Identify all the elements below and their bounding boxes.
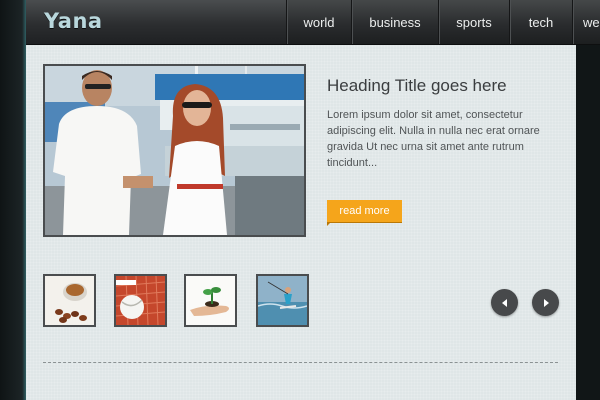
article-excerpt: Lorem ipsum dolor sit amet, consectetur … bbox=[327, 109, 540, 169]
coffee-beans-icon bbox=[45, 276, 94, 325]
thumbnail-kitesurfing[interactable] bbox=[256, 274, 309, 327]
nav-item-partial[interactable]: we bbox=[572, 0, 600, 44]
tennis-ball-icon bbox=[116, 276, 165, 325]
kitesurfing-icon bbox=[258, 276, 307, 325]
nav-item-sports[interactable]: sports bbox=[438, 0, 509, 44]
article-heading[interactable]: Heading Title goes here bbox=[327, 76, 507, 96]
thumbnail-tennis-ball[interactable] bbox=[114, 274, 167, 327]
nav-item-business[interactable]: business bbox=[351, 0, 438, 44]
slider-prev-button[interactable] bbox=[491, 289, 518, 316]
thumbnail-coffee-beans[interactable] bbox=[43, 274, 96, 327]
featured-image[interactable] bbox=[43, 64, 306, 237]
right-border-strip bbox=[576, 0, 600, 400]
site-header: Yana world business sports tech we bbox=[26, 0, 600, 45]
read-more-button[interactable]: read more bbox=[327, 200, 402, 226]
left-border-strip bbox=[0, 0, 26, 400]
nav-item-tech[interactable]: tech bbox=[509, 0, 572, 44]
main-nav: world business sports tech we bbox=[286, 0, 600, 44]
nav-item-world[interactable]: world bbox=[286, 0, 351, 44]
chevron-right-icon bbox=[543, 298, 549, 307]
couple-photo-icon bbox=[45, 66, 304, 235]
slider-next-button[interactable] bbox=[532, 289, 559, 316]
thumbnail-plant-in-hand[interactable] bbox=[184, 274, 237, 327]
content-panel: Heading Title goes here Lorem ipsum dolo… bbox=[26, 45, 576, 400]
plant-in-hand-icon bbox=[186, 276, 235, 325]
site-logo[interactable]: Yana bbox=[44, 9, 103, 33]
chevron-left-icon bbox=[501, 298, 507, 307]
section-divider bbox=[43, 362, 558, 363]
